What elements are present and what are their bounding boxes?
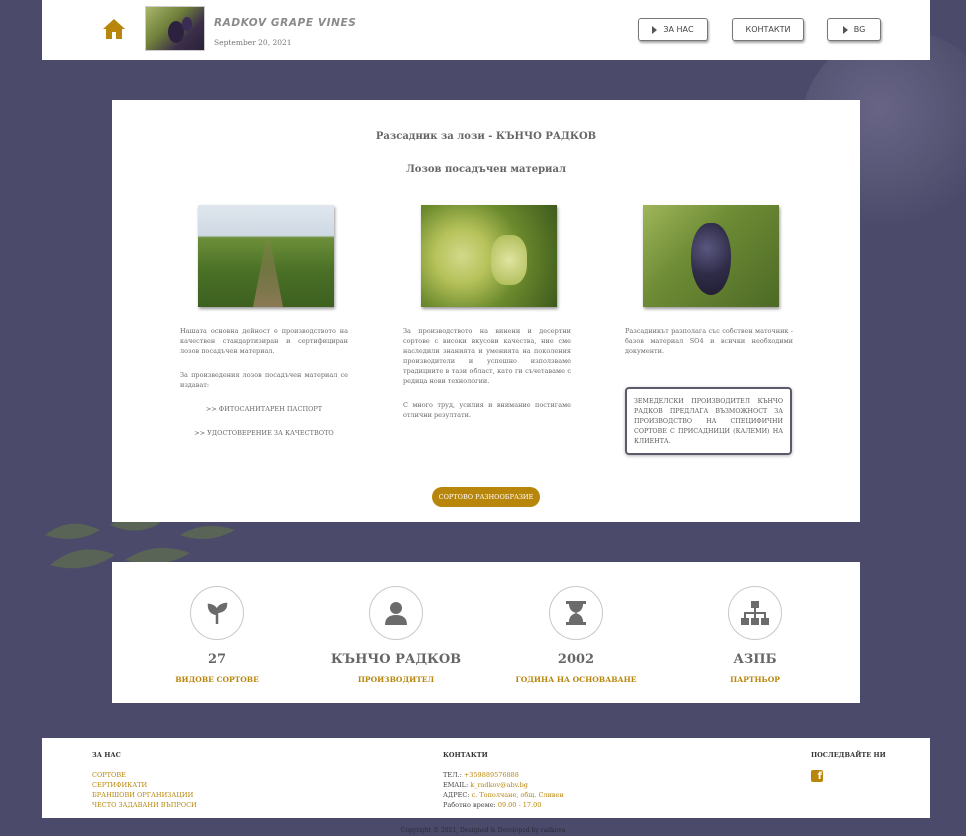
col1-paragraph: Нашата основна дейност е производството … [180, 327, 348, 355]
footer-contacts: ТЕЛ.: +359889576888 EMAIL: k_radkov@abv.… [443, 770, 564, 810]
hourglass-icon [549, 586, 603, 640]
col1-paragraph-2: За произведения лозов посадъчен материал… [180, 371, 348, 389]
footer-contacts-heading: КОНТАКТИ [443, 751, 488, 759]
footer-link-certificates[interactable]: СЕРТИФИКАТИ [92, 780, 197, 790]
notice-box: ЗЕМЕДЕЛСКИ ПРОИЗВОДИТЕЛ КЪНЧО РАДКОВ ПРЕ… [625, 387, 792, 455]
footer-link-organizations[interactable]: БРАНШОВИ ОРГАНИЗАЦИИ [92, 790, 197, 800]
section-subtitle: Лозов посадъчен материал [405, 164, 567, 175]
stat-label: ПРОИЗВОДИТЕЛ [357, 675, 435, 684]
vineyard-field-photo [198, 205, 334, 307]
stats-section: 27 ВИДОВЕ СОРТОВЕ КЪНЧО РАДКОВ ПРОИЗВОДИ… [112, 562, 860, 703]
intro-section: Разсадник за лози - КЪНЧО РАДКОВ Лозов п… [112, 100, 860, 522]
language-label: BG [853, 25, 866, 34]
white-grapes-photo [421, 205, 557, 307]
stat-value: КЪНЧО РАДКОВ [330, 652, 462, 667]
site-title[interactable]: RADKOV GRAPE VINES [214, 17, 356, 29]
address-value: с. Тополчане, общ. Сливен [471, 791, 564, 799]
copyright: Copyright © 2021, Designed & Developed b… [400, 827, 566, 834]
col3-paragraph: Разсадникът разполага със собствен маточ… [625, 327, 793, 355]
hours-label: Работно време: [443, 801, 496, 809]
footer-follow-heading: ПОСЛЕДВАЙТЕ НИ [811, 751, 886, 759]
col2-paragraph-2: С много труд, усилия и внимание постигам… [403, 401, 571, 419]
logo-image[interactable] [145, 6, 205, 51]
stat-varieties: 27 ВИДОВЕ СОРТОВЕ [137, 562, 297, 703]
col2-paragraph: За производството на винени и десертни с… [403, 327, 571, 385]
varieties-button[interactable]: СОРТОВО РАЗНООБРАЗИЕ [432, 487, 540, 507]
footer-link-faq[interactable]: ЧЕСТО ЗАДАВАНИ ВЪПРОСИ [92, 800, 197, 810]
hours-value: 09.00 - 17.00 [497, 801, 542, 809]
home-icon[interactable] [102, 18, 126, 40]
email-link[interactable]: k_radkov@abv.bg [470, 781, 528, 789]
phone-label: ТЕЛ.: [443, 771, 462, 779]
stat-label: ВИДОВЕ СОРТОВЕ [175, 675, 259, 684]
play-icon [652, 25, 658, 34]
footer-link-varieties[interactable]: СОРТОВЕ [92, 770, 197, 780]
footer-about-heading: ЗА НАС [92, 751, 121, 759]
phytosanitary-passport-link[interactable]: >> ФИТОСАНИТАРЕН ПАСПОРТ [180, 405, 348, 413]
stat-partner: АЗПБ ПАРТНЬОР [675, 562, 835, 703]
stat-value: 2002 [557, 652, 595, 667]
email-label: EMAIL: [443, 781, 469, 789]
nav-contacts-label: КОНТАКТИ [745, 25, 791, 34]
stat-founded: 2002 ГОДИНА НА ОСНОВАВАНЕ [496, 562, 656, 703]
post-date: September 20, 2021 [214, 38, 292, 47]
seedling-icon [190, 586, 244, 640]
sitemap-icon [728, 586, 782, 640]
facebook-icon[interactable]: f [811, 770, 823, 782]
nav-about-label: ЗА НАС [663, 25, 694, 34]
nav-contacts-button[interactable]: КОНТАКТИ [732, 18, 804, 41]
site-footer: ЗА НАС СОРТОВЕ СЕРТИФИКАТИ БРАНШОВИ ОРГА… [42, 738, 930, 818]
stat-label: ПАРТНЬОР [730, 675, 780, 684]
footer-links: СОРТОВЕ СЕРТИФИКАТИ БРАНШОВИ ОРГАНИЗАЦИИ… [92, 770, 197, 810]
user-icon [369, 586, 423, 640]
site-header: RADKOV GRAPE VINES September 20, 2021 ЗА… [42, 0, 930, 60]
phone-link[interactable]: +359889576888 [464, 771, 519, 779]
stat-value: АЗПБ [733, 652, 777, 667]
black-grapes-photo [643, 205, 779, 307]
address-label: АДРЕС: [443, 791, 470, 799]
language-button[interactable]: BG [827, 18, 881, 41]
play-icon [842, 25, 848, 34]
section-title: Разсадник за лози - КЪНЧО РАДКОВ [375, 131, 597, 142]
nav-about-button[interactable]: ЗА НАС [638, 18, 708, 41]
stat-label: ГОДИНА НА ОСНОВАВАНЕ [515, 675, 637, 684]
stat-producer: КЪНЧО РАДКОВ ПРОИЗВОДИТЕЛ [316, 562, 476, 703]
quality-certificate-link[interactable]: >> УДОСТОВЕРЕНИЕ ЗА КАЧЕСТВОТО [180, 429, 348, 437]
stat-value: 27 [207, 652, 227, 667]
